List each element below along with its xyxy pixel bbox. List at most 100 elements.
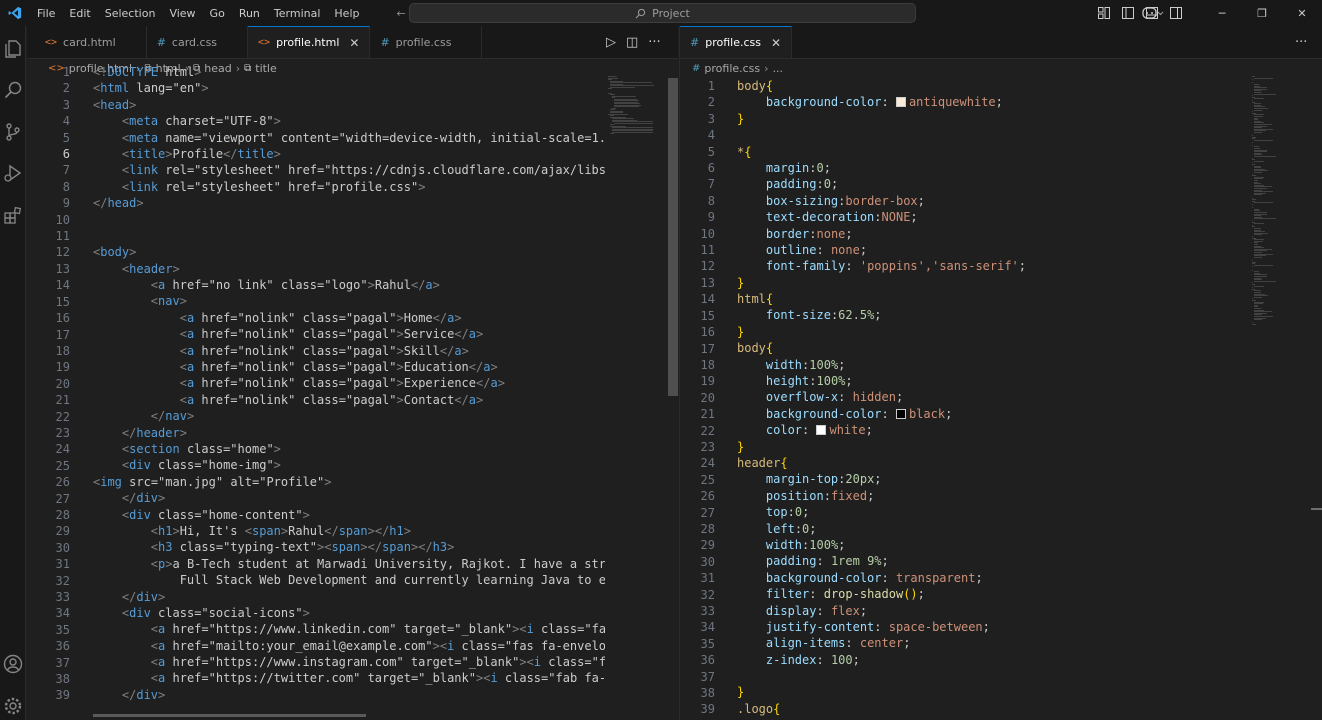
code-line[interactable]: <h1>Hi, It's <span>Rahul</span></h1> (93, 523, 605, 539)
code-line[interactable]: border:none; (737, 226, 1237, 242)
customize-layout-icon[interactable] (1092, 7, 1116, 19)
code-line[interactable]: width:100%; (737, 537, 1237, 553)
code-line[interactable]: <a href="nolink" class="pagal">Experienc… (93, 375, 605, 391)
toggle-secondary-sidebar-icon[interactable] (1164, 7, 1188, 19)
code-line[interactable]: </div> (93, 490, 605, 506)
menu-help[interactable]: Help (327, 7, 366, 20)
code-line[interactable]: html{ (737, 291, 1237, 307)
left-scrollbar-thumb[interactable] (668, 78, 678, 396)
code-line[interactable]: <div class="social-icons"> (93, 605, 605, 621)
minimize-icon[interactable]: ─ (1202, 7, 1242, 20)
css-code-editor[interactable]: body{ background-color: antiquewhite;} *… (737, 78, 1237, 720)
code-line[interactable]: </nav> (93, 408, 605, 424)
code-line[interactable]: Full Stack Web Development and currently… (93, 572, 605, 588)
color-swatch[interactable] (816, 425, 827, 436)
code-line[interactable]: <a href="nolink" class="pagal">Home</a> (93, 310, 605, 326)
code-line[interactable]: box-sizing:border-box; (737, 193, 1237, 209)
color-swatch[interactable] (895, 97, 906, 108)
code-line[interactable]: <head> (93, 97, 605, 113)
extensions-icon[interactable] (2, 204, 24, 226)
code-line[interactable]: padding:0; (737, 176, 1237, 192)
code-line[interactable] (93, 228, 605, 244)
code-line[interactable]: background-color: antiquewhite; (737, 94, 1237, 110)
code-line[interactable]: } (737, 684, 1237, 700)
close-tab-icon[interactable]: ✕ (771, 36, 781, 50)
code-line[interactable]: overflow-x: hidden; (737, 389, 1237, 405)
menu-go[interactable]: Go (203, 7, 232, 20)
code-line[interactable]: <p>a B-Tech student at Marwadi Universit… (93, 556, 605, 572)
html-code-editor[interactable]: <!DOCTYPE html> <html lang="en"> <head> <m… (93, 64, 605, 719)
code-line[interactable]: <header> (93, 261, 605, 277)
left-minimap[interactable] (608, 76, 668, 136)
code-line[interactable]: </head> (93, 195, 605, 211)
code-line[interactable]: } (737, 111, 1237, 127)
more-actions-icon[interactable]: ··· (648, 35, 660, 50)
menu-run[interactable]: Run (232, 7, 267, 20)
search-icon[interactable] (2, 79, 24, 101)
tab-profile-html[interactable]: <> profile.html ✕ (248, 26, 371, 58)
code-line[interactable]: </header> (93, 425, 605, 441)
code-line[interactable]: justify-content: space-between; (737, 619, 1237, 635)
code-line[interactable]: .logo{ (737, 701, 1237, 717)
code-line[interactable]: <link rel="stylesheet" href="https://cdn… (93, 162, 605, 178)
code-line[interactable]: <a href="no link" class="logo">Rahul</a> (93, 277, 605, 293)
close-window-icon[interactable]: ✕ (1282, 7, 1322, 20)
code-line[interactable]: <a href="nolink" class="pagal">Service</… (93, 326, 605, 342)
code-line[interactable]: margin-top:20px; (737, 471, 1237, 487)
code-line[interactable]: top:0; (737, 504, 1237, 520)
code-line[interactable]: } (737, 439, 1237, 455)
code-line[interactable]: </div> (93, 589, 605, 605)
code-line[interactable]: </div> (93, 687, 605, 703)
code-line[interactable]: <nav> (93, 293, 605, 309)
code-line[interactable]: font-family: 'poppins','sans-serif'; (737, 258, 1237, 274)
code-line[interactable]: *{ (737, 144, 1237, 160)
code-line[interactable]: <a href="nolink" class="pagal">Skill</a> (93, 343, 605, 359)
code-line[interactable]: } (737, 275, 1237, 291)
code-line[interactable]: display: flex; (737, 603, 1237, 619)
code-line[interactable]: align-items: center; (737, 635, 1237, 651)
code-line[interactable]: <link rel="stylesheet" href="profile.css… (93, 179, 605, 195)
code-line[interactable]: position:fixed; (737, 488, 1237, 504)
code-line[interactable]: filter: drop-shadow(); (737, 586, 1237, 602)
tab-profile-css[interactable]: # profile.css ✕ (680, 26, 793, 58)
code-line[interactable]: background-color: black; (737, 406, 1237, 422)
color-swatch[interactable] (895, 408, 906, 419)
code-line[interactable]: body{ (737, 340, 1237, 356)
close-tab-icon[interactable]: ✕ (349, 36, 359, 50)
code-line[interactable]: <title>Profile</title> (93, 146, 605, 162)
code-line[interactable]: <!DOCTYPE html> (93, 64, 605, 80)
code-line[interactable]: <a href="https://www.linkedin.com" targe… (93, 621, 605, 637)
toggle-sidebar-icon[interactable] (1116, 7, 1140, 19)
more-actions-icon[interactable]: ··· (1295, 35, 1307, 50)
code-line[interactable]: <html lang="en"> (93, 80, 605, 96)
tab-profile-css[interactable]: # profile.css (370, 26, 483, 58)
code-line[interactable]: padding: 1rem 9%; (737, 553, 1237, 569)
code-line[interactable]: width:100%; (737, 357, 1237, 373)
code-line[interactable]: background-color: transparent; (737, 570, 1237, 586)
source-control-icon[interactable] (2, 121, 24, 143)
code-line[interactable]: height:100%; (737, 373, 1237, 389)
menu-selection[interactable]: Selection (98, 7, 163, 20)
code-line[interactable]: <a href="https://twitter.com" target="_b… (93, 670, 605, 686)
code-line[interactable]: <img src="man.jpg" alt="Profile"> (93, 474, 605, 490)
code-line[interactable] (737, 127, 1237, 143)
code-line[interactable]: <div class="home-content"> (93, 507, 605, 523)
right-scrollbar-thumb[interactable] (1311, 508, 1322, 510)
right-minimap[interactable] (1252, 76, 1292, 336)
code-line[interactable]: body{ (737, 78, 1237, 94)
breadcrumb-item[interactable]: ... (773, 62, 784, 75)
code-line[interactable]: left:0; (737, 521, 1237, 537)
files-icon[interactable] (2, 38, 24, 60)
menu-edit[interactable]: Edit (62, 7, 97, 20)
code-line[interactable]: <section class="home"> (93, 441, 605, 457)
code-line[interactable]: <body> (93, 244, 605, 260)
menu-terminal[interactable]: Terminal (267, 7, 328, 20)
toggle-panel-icon[interactable] (1140, 7, 1164, 19)
code-line[interactable]: outline: none; (737, 242, 1237, 258)
code-line[interactable]: <meta name="viewport" content="width=dev… (93, 130, 605, 146)
run-debug-icon[interactable] (2, 162, 24, 184)
menu-view[interactable]: View (162, 7, 202, 20)
code-line[interactable]: margin:0; (737, 160, 1237, 176)
code-line[interactable]: <a href="mailto:your_email@example.com">… (93, 638, 605, 654)
left-horizontal-scrollbar[interactable] (93, 714, 366, 717)
